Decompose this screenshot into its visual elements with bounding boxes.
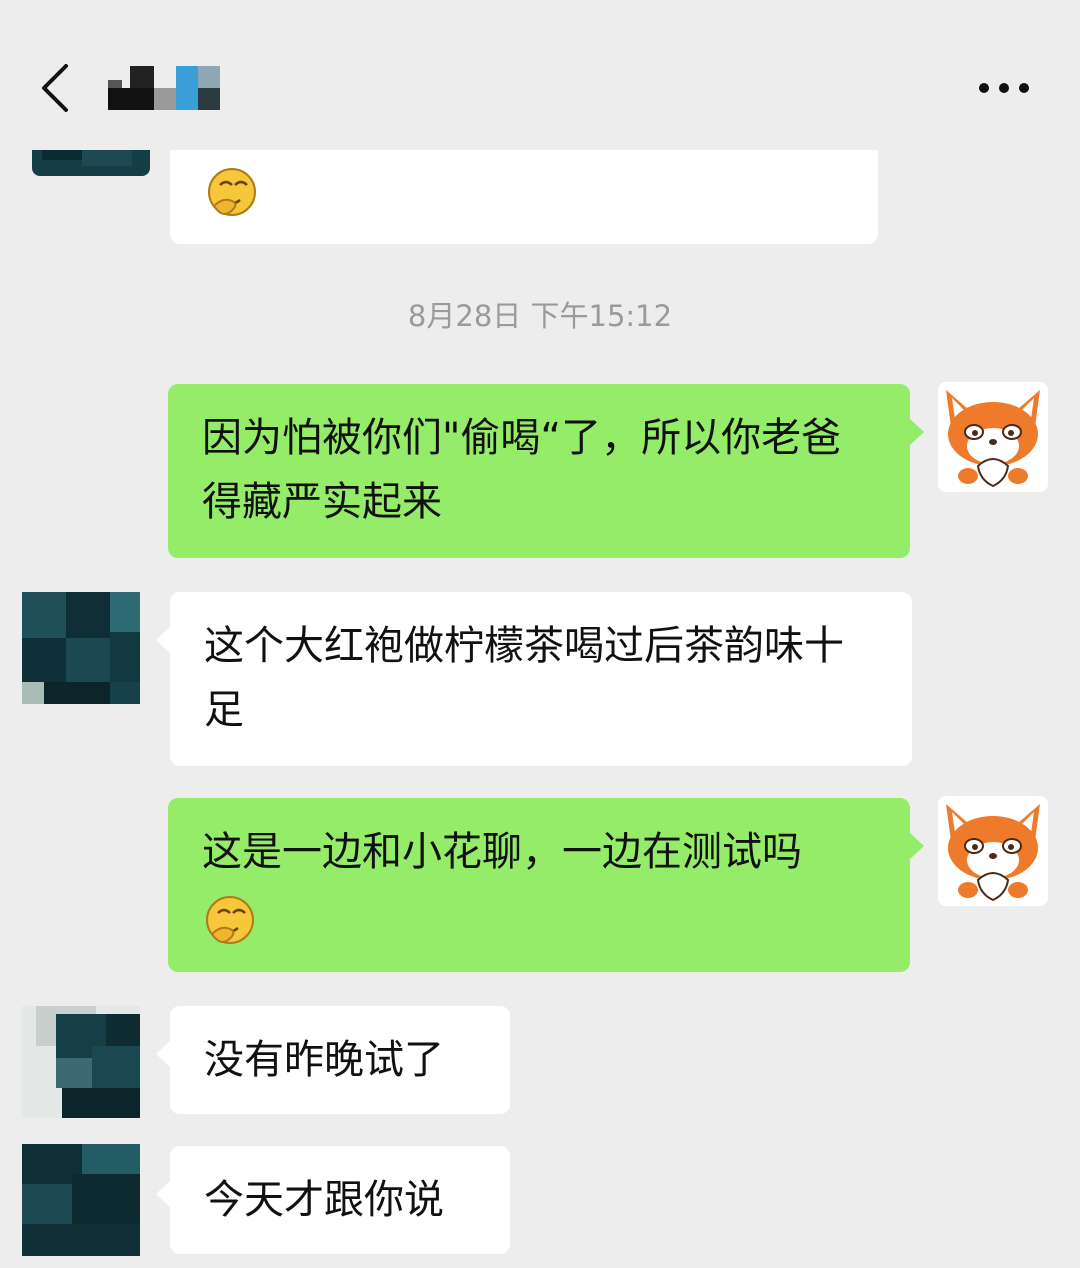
chat-timestamp: 8月28日 下午15:12	[407, 299, 673, 333]
message-text: 这是一边和小花聊，一边在测试吗	[202, 829, 802, 875]
chat-header	[0, 0, 1080, 150]
message-bubble-incoming[interactable]: 这个大红袍做柠檬茶喝过后茶韵味十足	[156, 592, 912, 766]
message-text: 因为怕被你们"偷喝“了，所以你老爸得藏严实起来	[202, 415, 842, 525]
my-avatar[interactable]	[938, 382, 1048, 492]
message-bubble-incoming[interactable]	[170, 140, 878, 244]
my-avatar[interactable]	[938, 796, 1048, 906]
message-bubble-incoming[interactable]: 今天才跟你说	[156, 1146, 510, 1254]
more-dots-icon[interactable]	[976, 80, 1032, 94]
thinking-face-emoji	[204, 894, 256, 965]
message-text: 这个大红袍做柠檬茶喝过后茶韵味十足	[204, 623, 844, 733]
thinking-face-emoji	[206, 166, 258, 237]
message-bubble-outgoing[interactable]: 因为怕被你们"偷喝“了，所以你老爸得藏严实起来	[168, 384, 924, 558]
message-bubble-incoming[interactable]: 没有昨晚试了	[156, 1006, 510, 1114]
message-text: 今天才跟你说	[204, 1177, 444, 1223]
chevron-left-icon[interactable]	[36, 60, 76, 116]
contact-avatar[interactable]	[22, 1006, 140, 1118]
contact-name-pixelated[interactable]	[108, 66, 220, 110]
contact-avatar[interactable]	[22, 1144, 140, 1256]
contact-avatar[interactable]	[22, 592, 140, 704]
message-bubble-outgoing[interactable]: 这是一边和小花聊，一边在测试吗	[168, 798, 924, 972]
message-text: 没有昨晚试了	[204, 1037, 444, 1083]
chat-area: 8月28日 下午15:12 因为怕被你们"偷喝“了，所以你老爸得藏严实起来 这个…	[0, 0, 1080, 1268]
